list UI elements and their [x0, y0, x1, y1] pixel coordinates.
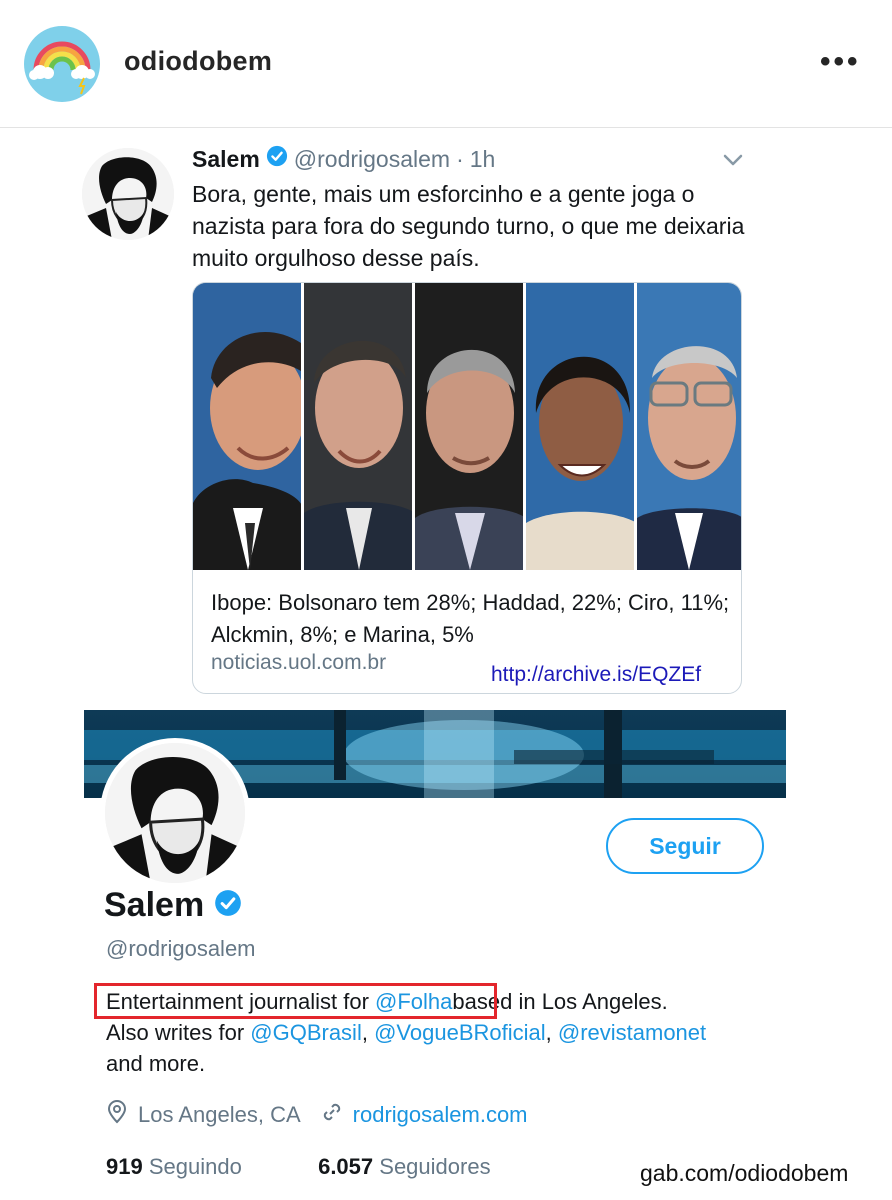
- tweet-author-handle[interactable]: @rodrigosalem: [294, 146, 450, 173]
- following-label: Seguindo: [148, 1154, 242, 1179]
- bio-text: Also writes for: [106, 1020, 251, 1045]
- archive-link[interactable]: http://archive.is/EQZEf: [491, 663, 701, 687]
- profile-stats: 919 Seguindo 6.057 Seguidores: [106, 1154, 491, 1180]
- mention-gqbrasil[interactable]: @GQBrasil: [250, 1020, 362, 1045]
- chevron-down-icon[interactable]: [722, 150, 744, 170]
- followers-count: 6.057: [318, 1154, 374, 1179]
- profile-location: Los Angeles, CA: [138, 1102, 301, 1127]
- tweet-author-avatar[interactable]: [82, 148, 174, 240]
- account-avatar[interactable]: [24, 26, 100, 102]
- follow-button[interactable]: Seguir: [606, 818, 764, 874]
- tweet-author-name[interactable]: Salem: [192, 146, 260, 173]
- link-preview-card[interactable]: Ibope: Bolsonaro tem 28%; Haddad, 22%; C…: [192, 282, 742, 694]
- watermark: gab.com/odiodobem: [640, 1160, 849, 1186]
- post-header: odiodobem •••: [0, 0, 892, 128]
- followers-label: Seguidores: [379, 1154, 491, 1179]
- location-pin-icon: [106, 1100, 128, 1130]
- card-title: Ibope: Bolsonaro tem 28%; Haddad, 22%; C…: [211, 590, 730, 647]
- verified-badge-icon: [266, 145, 288, 173]
- bio-text: and more.: [106, 1051, 206, 1076]
- bio-separator: ,: [545, 1020, 558, 1045]
- tweet-text: Bora, gente, mais um esforcinho e a gent…: [192, 181, 745, 271]
- profile-avatar[interactable]: [100, 738, 250, 888]
- profile-name-row: Salem: [104, 886, 248, 925]
- mention-revistamonet[interactable]: @revistamonet: [558, 1020, 706, 1045]
- mention-voguebroficial[interactable]: @VogueBRoficial: [374, 1020, 546, 1045]
- candidate-portrait-1: [193, 283, 304, 570]
- tweet-separator: ·: [456, 145, 464, 172]
- tweet-header: Salem @rodrigosalem · 1h: [192, 144, 495, 174]
- candidate-portrait-2: [304, 283, 415, 570]
- candidate-portrait-4: [526, 283, 637, 570]
- bio-separator: ,: [361, 1020, 375, 1045]
- rainbow-icon: [29, 41, 95, 95]
- tweet-timestamp[interactable]: 1h: [470, 146, 496, 173]
- card-image: [193, 283, 741, 570]
- profile-name: Salem: [104, 886, 205, 924]
- profile-meta: Los Angeles, CA rodrigosalem.com: [106, 1100, 528, 1130]
- link-icon: [321, 1101, 343, 1129]
- candidate-portrait-3: [415, 283, 526, 570]
- highlight-box: [94, 983, 497, 1019]
- portrait-sketch-icon: [105, 743, 245, 883]
- card-domain: noticias.uol.com.br: [211, 651, 387, 674]
- candidate-portrait-5: [637, 283, 741, 570]
- portrait-sketch-icon: [82, 148, 174, 240]
- profile-handle: @rodrigosalem: [106, 936, 256, 961]
- account-username[interactable]: odiodobem: [124, 46, 272, 77]
- more-options-icon[interactable]: •••: [820, 47, 861, 77]
- profile-website-link[interactable]: rodrigosalem.com: [353, 1102, 528, 1128]
- verified-badge-icon: [214, 889, 242, 922]
- following-stat[interactable]: 919 Seguindo: [106, 1154, 242, 1179]
- following-count: 919: [106, 1154, 143, 1179]
- followers-stat[interactable]: 6.057 Seguidores: [318, 1154, 491, 1179]
